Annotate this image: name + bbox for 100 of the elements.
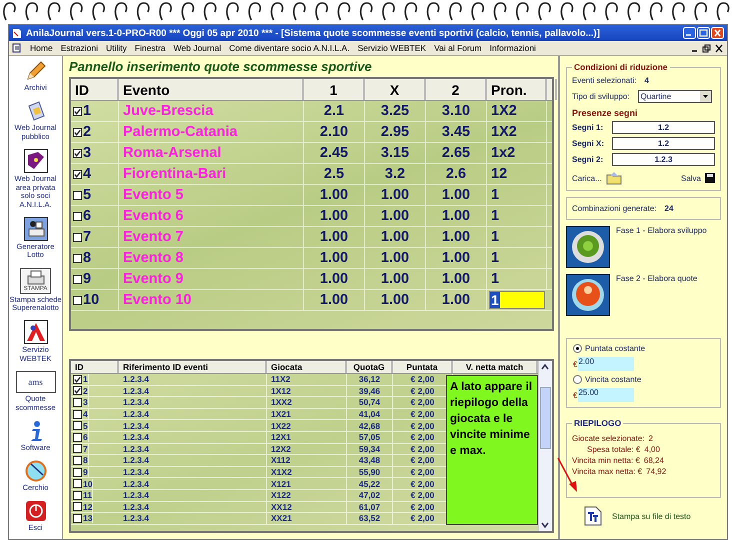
input-field[interactable]: 25.00	[578, 388, 634, 402]
restore-button[interactable]	[702, 44, 712, 52]
scrollbar[interactable]	[538, 361, 552, 531]
folder-icon[interactable]	[606, 171, 622, 185]
checkbox[interactable]	[73, 432, 82, 442]
section-title: Presenze segni	[572, 108, 639, 118]
checkbox[interactable]	[73, 374, 82, 384]
checkbox[interactable]	[73, 421, 82, 430]
table-cell: 41,04	[347, 408, 393, 420]
document-menu-icon[interactable]	[12, 43, 22, 53]
table-cell: 1.00	[304, 248, 365, 268]
row-id: 12	[83, 502, 94, 512]
table-cell: 3.25	[365, 101, 426, 121]
menu-item[interactable]: Servizio WEBTEK	[358, 43, 426, 53]
row-id: 5	[83, 187, 92, 203]
menu-item[interactable]: Finestra	[134, 43, 166, 53]
checkbox[interactable]	[73, 212, 82, 220]
power-icon	[24, 500, 46, 522]
maximize-button[interactable]	[697, 27, 710, 39]
field-label: Vincita min netta: €	[572, 456, 640, 465]
checkbox[interactable]	[73, 490, 82, 500]
menu-item[interactable]: Come diventare socio A.N.I.L.A.	[229, 43, 350, 53]
input-field[interactable]: 1.2	[612, 121, 715, 134]
phase-label: Fase 2 - Elabora quote	[616, 274, 698, 283]
table-cell: 1.00	[365, 185, 426, 205]
menu-item[interactable]: Web Journal	[174, 43, 222, 53]
checkbox[interactable]	[73, 232, 82, 242]
radio-label[interactable]: Vincita costante	[585, 375, 642, 384]
print-link[interactable]: Stampa su file di testo	[612, 512, 691, 520]
table-cell: 45,22	[347, 478, 393, 489]
menu-item[interactable]: Estrazioni	[60, 43, 98, 53]
phase-button[interactable]	[566, 226, 610, 268]
table-cell: 1X2	[487, 101, 547, 121]
table-cell: X122	[267, 490, 347, 501]
menu-item[interactable]: Vai al Forum	[434, 43, 482, 53]
checkbox[interactable]	[73, 456, 82, 465]
phase-label: Fase 1 - Elabora sviluppo	[616, 226, 707, 235]
checkbox[interactable]	[73, 106, 82, 116]
table-cell: 12X2	[267, 444, 347, 454]
app-icon	[12, 28, 22, 38]
column-header: ID	[71, 361, 119, 373]
checkbox[interactable]	[73, 148, 82, 158]
phase-button[interactable]	[566, 274, 610, 316]
checkbox[interactable]	[73, 296, 82, 304]
table-cell: 2.6	[426, 164, 487, 184]
radio-label[interactable]: Puntata costante	[585, 344, 646, 353]
row-id: 13	[83, 513, 94, 524]
table-cell: 12X1	[267, 432, 347, 443]
checkbox[interactable]	[73, 444, 82, 454]
checkbox[interactable]	[73, 170, 82, 178]
row-id: 9	[83, 467, 89, 478]
checkbox[interactable]	[73, 190, 82, 200]
table-cell: 1.2.3.4	[119, 502, 267, 512]
menu-item[interactable]: Informazioni	[490, 43, 536, 53]
table-cell: Evento 9	[119, 269, 304, 289]
row-id: 5	[83, 420, 89, 431]
checkbox[interactable]	[73, 274, 82, 284]
currency-symbol: €	[573, 390, 578, 400]
radio-button[interactable]	[573, 375, 582, 384]
field-value: 74,92	[646, 467, 666, 476]
checkbox[interactable]	[73, 128, 82, 136]
checkbox[interactable]	[73, 398, 82, 407]
table-cell: 47,02	[347, 490, 393, 501]
table-cell: Evento 8	[119, 248, 304, 268]
field-label: Eventi selezionati:	[572, 76, 636, 85]
input-field[interactable]: 1	[489, 291, 545, 309]
table-cell: 1.00	[304, 206, 365, 226]
menu-item[interactable]: Home	[30, 43, 53, 53]
input-field[interactable]: 1.2	[612, 137, 715, 150]
table-cell: 61,07	[347, 502, 393, 512]
radio-button[interactable]	[573, 344, 582, 353]
close-button[interactable]	[714, 44, 724, 52]
table-cell: 1.2.3.4	[119, 513, 267, 524]
table-cell: 1.00	[304, 227, 365, 247]
row-id: 9	[83, 271, 92, 287]
checkbox[interactable]	[73, 386, 82, 396]
table-cell: 36,12	[347, 374, 393, 385]
checkbox[interactable]	[73, 410, 82, 419]
load-link[interactable]: Carica...	[572, 174, 602, 182]
field-label: Segni 1:	[572, 123, 604, 132]
table-cell: 3.10	[426, 101, 487, 121]
checkbox[interactable]	[73, 514, 82, 523]
row-id: 4	[83, 166, 92, 182]
checkbox[interactable]	[73, 254, 82, 262]
input-field[interactable]: 2.00	[578, 357, 634, 371]
table-cell: 1.00	[365, 269, 426, 289]
text-file-icon[interactable]	[584, 506, 602, 526]
row-id: 4	[83, 409, 89, 420]
column-header: QuotaG	[347, 361, 393, 373]
table-cell: Evento 6	[119, 206, 304, 226]
checkbox[interactable]	[73, 502, 82, 512]
table-cell: 1.00	[426, 227, 487, 247]
checkbox[interactable]	[73, 468, 82, 477]
dropdown[interactable]: Quartine	[638, 90, 712, 103]
save-link[interactable]: Salva	[680, 174, 701, 182]
checkbox[interactable]	[73, 479, 82, 488]
menu-item[interactable]: Utility	[106, 43, 127, 53]
input-field[interactable]: 1.2.3	[612, 153, 715, 166]
row-id: 11	[83, 490, 93, 500]
table-cell: 43,48	[347, 455, 393, 466]
